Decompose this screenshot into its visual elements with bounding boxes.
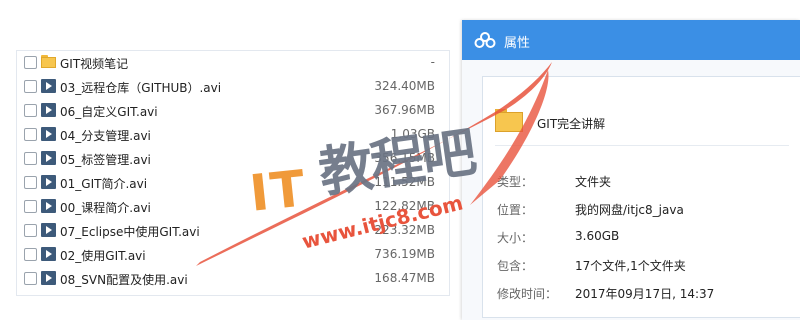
video-icon	[41, 103, 56, 117]
row-checkbox[interactable]	[24, 272, 37, 285]
file-row[interactable]: 08_SVN配置及使用.avi 168.47MB	[17, 267, 449, 291]
video-icon	[41, 223, 56, 237]
folder-name: GIT完全讲解	[537, 117, 606, 131]
file-name[interactable]: 07_Eclipse中使用GIT.avi	[60, 223, 200, 240]
file-size: 324.40MB	[374, 79, 435, 93]
properties-panel: GIT完全讲解 类型： 文件夹 位置： 我的网盘/itjc8_java 大小： …	[482, 76, 800, 318]
prop-value-type: 文件夹	[575, 175, 612, 189]
row-checkbox[interactable]	[24, 104, 37, 117]
prop-label-contains: 包含：	[497, 259, 534, 273]
row-checkbox[interactable]	[24, 176, 37, 189]
video-icon	[41, 199, 56, 213]
prop-label-location: 位置：	[497, 203, 534, 217]
file-name[interactable]: 05_标签管理.avi	[60, 151, 151, 168]
row-checkbox[interactable]	[24, 200, 37, 213]
video-icon	[41, 151, 56, 165]
file-size: 736.19MB	[374, 247, 435, 261]
file-name[interactable]: 04_分支管理.avi	[60, 127, 151, 144]
file-name[interactable]: 01_GIT简介.avi	[60, 175, 147, 192]
prop-value-location[interactable]: 我的网盘/itjc8_java	[575, 201, 684, 218]
file-name[interactable]: 08_SVN配置及使用.avi	[60, 271, 188, 288]
row-checkbox[interactable]	[24, 152, 37, 165]
file-name[interactable]: GIT视频笔记	[60, 55, 128, 72]
file-size: 168.47MB	[374, 271, 435, 285]
file-name[interactable]: 06_自定义GIT.avi	[60, 103, 158, 120]
file-name[interactable]: 02_使用GIT.avi	[60, 247, 146, 264]
file-name[interactable]: 03_远程仓库（GITHUB）.avi	[60, 79, 221, 96]
row-checkbox[interactable]	[24, 80, 37, 93]
prop-label-size: 大小：	[497, 231, 534, 245]
video-icon	[41, 271, 56, 285]
prop-label-type: 类型：	[497, 175, 534, 189]
prop-label-modified: 修改时间：	[497, 287, 558, 301]
folder-icon	[495, 109, 523, 133]
file-size: -	[430, 55, 435, 69]
file-row[interactable]: 02_使用GIT.avi 736.19MB	[17, 243, 449, 267]
file-row[interactable]: GIT视频笔记 -	[17, 51, 449, 75]
divider	[495, 145, 789, 146]
folder-icon	[41, 55, 56, 69]
row-checkbox[interactable]	[24, 248, 37, 261]
video-icon	[41, 127, 56, 141]
row-checkbox[interactable]	[24, 128, 37, 141]
dialog-title: 属性	[504, 36, 531, 51]
video-icon	[41, 175, 56, 189]
video-icon	[41, 247, 56, 261]
prop-value-modified: 2017年09月17日, 14:37	[575, 287, 715, 301]
file-row[interactable]: 03_远程仓库（GITHUB）.avi 324.40MB	[17, 75, 449, 99]
prop-value-size: 3.60GB	[575, 229, 620, 243]
file-name[interactable]: 00_课程简介.avi	[60, 199, 151, 216]
properties-dialog: 属性 GIT完全讲解 类型： 文件夹 位置： 我的网盘/itjc8_java 大…	[462, 20, 800, 320]
prop-value-contains: 17个文件,1个文件夹	[575, 259, 686, 273]
baidu-cloud-icon	[474, 32, 496, 48]
row-checkbox[interactable]	[24, 224, 37, 237]
video-icon	[41, 79, 56, 93]
row-checkbox[interactable]	[24, 56, 37, 69]
watermark-brand: IT	[247, 159, 310, 223]
dialog-titlebar[interactable]: 属性	[462, 20, 800, 60]
